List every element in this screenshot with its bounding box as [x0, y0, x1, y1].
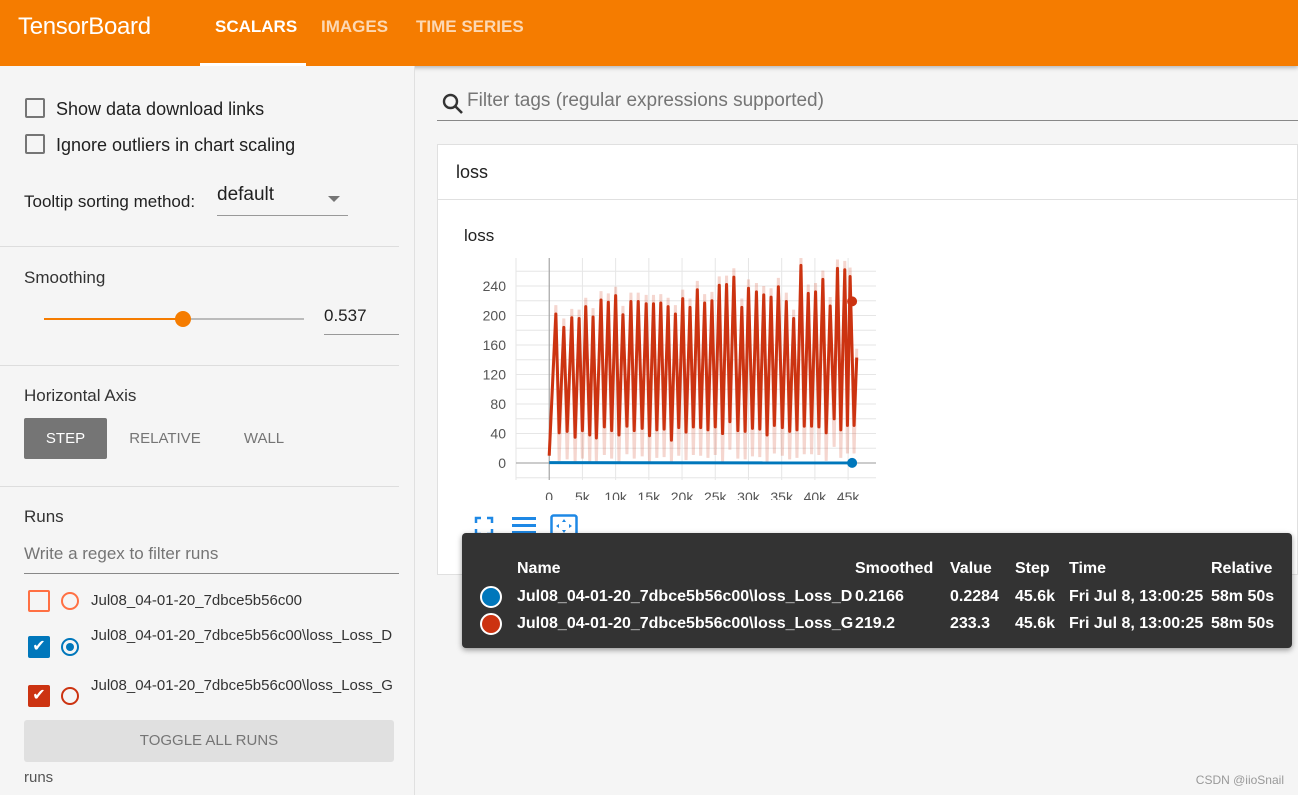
- x-tick-label: 40k: [804, 489, 828, 500]
- ignore-outliers-checkbox[interactable]: [25, 134, 45, 154]
- y-tick-label: 200: [483, 308, 507, 324]
- x-tick-label: 5k: [575, 489, 591, 500]
- main-panel: loss loss 0408012016020024005k10k15k20k2…: [415, 66, 1298, 795]
- tooltip-time: Fri Jul 8, 13:00:25: [1069, 588, 1204, 605]
- tooltip-header-relative: Relative: [1211, 560, 1273, 577]
- horizontal-axis-label: Horizontal Axis: [24, 386, 137, 405]
- tag-filter[interactable]: [437, 86, 1298, 121]
- runs-filter-input[interactable]: Write a regex to filter runs: [24, 544, 399, 574]
- divider: [0, 486, 399, 487]
- show-download-links-checkbox[interactable]: [25, 98, 45, 118]
- tooltip-name: Jul08_04-01-20_7dbce5b56c00\loss_Loss_G: [517, 615, 854, 632]
- top-bar: TensorBoard SCALARS IMAGES TIME SERIES: [0, 0, 1298, 66]
- chevron-down-icon: [328, 196, 340, 202]
- tooltip-time: Fri Jul 8, 13:00:25: [1069, 615, 1204, 632]
- tag-filter-input[interactable]: [467, 90, 1267, 112]
- y-tick-label: 120: [483, 367, 507, 383]
- series-G-smoothed-line: [547, 263, 859, 456]
- checkmark-icon[interactable]: ✔: [28, 636, 50, 658]
- tooltip-sorting-value: default: [217, 184, 275, 205]
- run-color-dot: [480, 586, 502, 608]
- show-download-links-label: Show data download links: [56, 99, 265, 119]
- run-checkbox[interactable]: [28, 590, 50, 612]
- run-name: Jul08_04-01-20_7dbce5b56c00: [91, 592, 303, 609]
- chart-card: loss 0 40 80 120 160 200 240 0 5k 10k 15k 20k 25k 30k…: [437, 200, 1298, 575]
- divider: [0, 365, 399, 366]
- tooltip-value: 233.3: [950, 615, 991, 632]
- tag-group-title: loss: [456, 162, 489, 182]
- tooltip-smoothed: 219.2: [855, 615, 896, 632]
- ignore-outliers-label: Ignore outliers in chart scaling: [56, 135, 296, 155]
- chart-tooltip: Name Smoothed Value Step Time Relative J…: [462, 533, 1292, 648]
- search-icon: [442, 93, 463, 114]
- runs-footer: runs: [24, 769, 54, 786]
- tag-group-header[interactable]: loss: [437, 144, 1298, 200]
- run-name: Jul08_04-01-20_7dbce5b56c00\loss_Loss_D: [91, 627, 393, 644]
- run-color-dot: [480, 613, 502, 635]
- tooltip-header-value: Value: [950, 560, 992, 577]
- tab-scalars[interactable]: SCALARS: [215, 17, 297, 37]
- tooltip-relative: 58m 50s: [1211, 588, 1275, 605]
- x-tick-label: 15k: [638, 489, 662, 500]
- y-tick-label: 240: [483, 278, 507, 294]
- x-tick-label: 30k: [737, 489, 761, 500]
- tooltip-name: Jul08_04-01-20_7dbce5b56c00\loss_Loss_D: [517, 588, 853, 605]
- x-tick-label: 20k: [671, 489, 695, 500]
- run-name: Jul08_04-01-20_7dbce5b56c00\loss_Loss_G: [91, 677, 393, 694]
- axis-relative-button[interactable]: RELATIVE: [120, 418, 210, 459]
- tooltip-smoothed: 0.2166: [855, 588, 904, 605]
- runs-label: Runs: [24, 507, 64, 526]
- run-radio-selected[interactable]: [61, 638, 79, 656]
- tooltip-header-time: Time: [1069, 560, 1107, 577]
- y-tick-label: 80: [490, 396, 506, 412]
- tooltip-sorting-select[interactable]: default: [217, 184, 348, 216]
- smoothing-slider-fill: [44, 318, 183, 320]
- x-tick-label: 35k: [770, 489, 794, 500]
- series-D-highlight-point: [847, 457, 858, 468]
- tooltip-header-smoothed: Smoothed: [855, 560, 934, 577]
- run-radio[interactable]: [61, 687, 79, 705]
- y-tick-label: 0: [498, 455, 506, 471]
- y-tick-label: 160: [483, 337, 507, 353]
- smoothing-value-input[interactable]: 0.537: [324, 306, 399, 335]
- loss-chart[interactable]: 0 40 80 120 160 200 240 0 5k 10k 15k 20k 25k 30k 35k 40…: [438, 200, 898, 500]
- tooltip-step: 45.6k: [1015, 588, 1056, 605]
- x-tick-label: 10k: [604, 489, 628, 500]
- tab-time-series[interactable]: TIME SERIES: [416, 17, 524, 37]
- toggle-all-runs-button[interactable]: TOGGLE ALL RUNS: [24, 720, 394, 762]
- x-tick-label: 45k: [837, 489, 861, 500]
- brand-logo: TensorBoard: [18, 13, 151, 40]
- axis-step-button[interactable]: STEP: [24, 418, 107, 459]
- y-tick-label: 40: [490, 426, 506, 442]
- axis-wall-button[interactable]: WALL: [225, 418, 303, 459]
- checkmark-icon[interactable]: ✔: [28, 685, 50, 707]
- tooltip-relative: 58m 50s: [1211, 615, 1275, 632]
- series-G-highlight-point: [847, 296, 858, 307]
- tab-images[interactable]: IMAGES: [321, 17, 388, 37]
- smoothing-label: Smoothing: [24, 268, 106, 287]
- x-tick-label: 0: [545, 489, 553, 500]
- tooltip-step: 45.6k: [1015, 615, 1056, 632]
- smoothing-slider-thumb[interactable]: [175, 311, 191, 327]
- tooltip-sorting-label: Tooltip sorting method:: [24, 192, 196, 211]
- watermark: CSDN @iioSnail: [1195, 773, 1284, 787]
- sidebar: Show data download links Ignore outliers…: [0, 66, 415, 795]
- tooltip-header-name: Name: [517, 560, 561, 577]
- tooltip-value: 0.2284: [950, 588, 999, 605]
- tooltip-header-step: Step: [1015, 560, 1050, 577]
- divider: [0, 246, 399, 247]
- run-radio[interactable]: [61, 592, 79, 610]
- x-tick-label: 25k: [704, 489, 728, 500]
